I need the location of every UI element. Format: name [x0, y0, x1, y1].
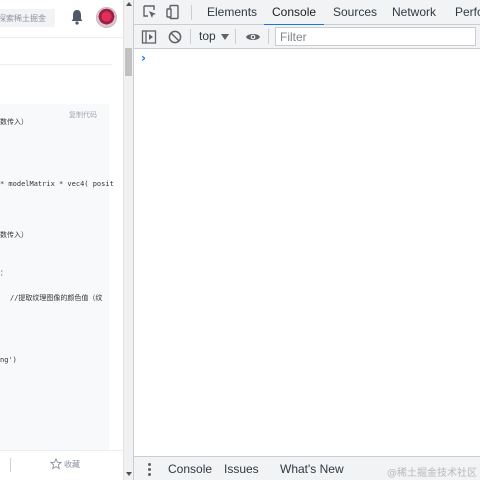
code-line: //提取纹理图像的颜色值（纹	[10, 294, 103, 302]
devtools-tabbar: Elements Console Sources Network Perfor	[134, 0, 480, 26]
console-prompt[interactable]: ›	[141, 51, 146, 65]
tab-network[interactable]: Network	[392, 0, 436, 25]
page-scrollbar[interactable]	[123, 0, 133, 480]
sidebar-toggle-icon[interactable]	[141, 29, 157, 45]
drawer-tab-console[interactable]: Console	[168, 462, 212, 476]
code-line: 数传入）	[0, 231, 28, 239]
drawer-tab-issues[interactable]: Issues	[224, 462, 259, 476]
code-line: 数传入）	[0, 118, 28, 126]
filter-input[interactable]: Filter	[275, 27, 476, 46]
tab-sources[interactable]: Sources	[333, 0, 377, 25]
site-header: 探索稀土掘金	[0, 0, 123, 38]
context-selector[interactable]: top	[199, 29, 216, 43]
device-toolbar-icon[interactable]	[165, 4, 181, 20]
console-output[interactable]: ›	[134, 49, 480, 456]
tab-elements[interactable]: Elements	[207, 0, 257, 25]
screen: 探索稀土掘金 复制代码 数传入） * modelMatrix * vec4( p…	[0, 0, 480, 480]
webpage-pane: 探索稀土掘金 复制代码 数传入） * modelMatrix * vec4( p…	[0, 0, 123, 480]
drawer-tab-whats-new[interactable]: What's New	[280, 462, 344, 476]
divider	[268, 29, 269, 44]
star-icon	[50, 458, 62, 470]
code-line: ：	[0, 269, 7, 277]
divider	[0, 64, 112, 65]
favorite-label: 收藏	[64, 459, 80, 469]
console-toolbar: top Filter	[134, 25, 480, 49]
bell-icon[interactable]	[70, 9, 84, 25]
watermark: @稀土掘金技术社区	[387, 468, 477, 479]
devtools-panel: Elements Console Sources Network Perfor …	[133, 0, 480, 480]
inspect-element-icon[interactable]	[142, 4, 158, 20]
tab-console[interactable]: Console	[263, 0, 325, 26]
scroll-thumb[interactable]	[125, 48, 132, 76]
divider	[191, 5, 192, 20]
eye-icon[interactable]	[245, 29, 261, 45]
copy-code-button[interactable]: 复制代码	[69, 110, 97, 120]
search-input[interactable]: 探索稀土掘金	[0, 9, 55, 27]
code-block	[0, 104, 109, 450]
more-options-icon[interactable]	[147, 463, 151, 476]
scroll-down-arrow-icon[interactable]	[126, 472, 132, 476]
clear-console-icon[interactable]	[167, 29, 183, 45]
scroll-up-arrow-icon[interactable]	[126, 2, 132, 6]
divider	[235, 29, 236, 44]
devtools-drawer: Console Issues What's New @稀土掘金技术社区	[134, 456, 480, 480]
chevron-down-icon[interactable]	[221, 34, 229, 40]
tab-performance[interactable]: Perfor	[455, 0, 480, 25]
code-line: ng')	[0, 356, 17, 364]
code-line: * modelMatrix * vec4( posit	[0, 180, 114, 188]
divider	[190, 29, 191, 44]
divider	[10, 458, 11, 472]
avatar[interactable]	[96, 7, 117, 28]
favorite-button[interactable]: 收藏	[50, 458, 80, 470]
